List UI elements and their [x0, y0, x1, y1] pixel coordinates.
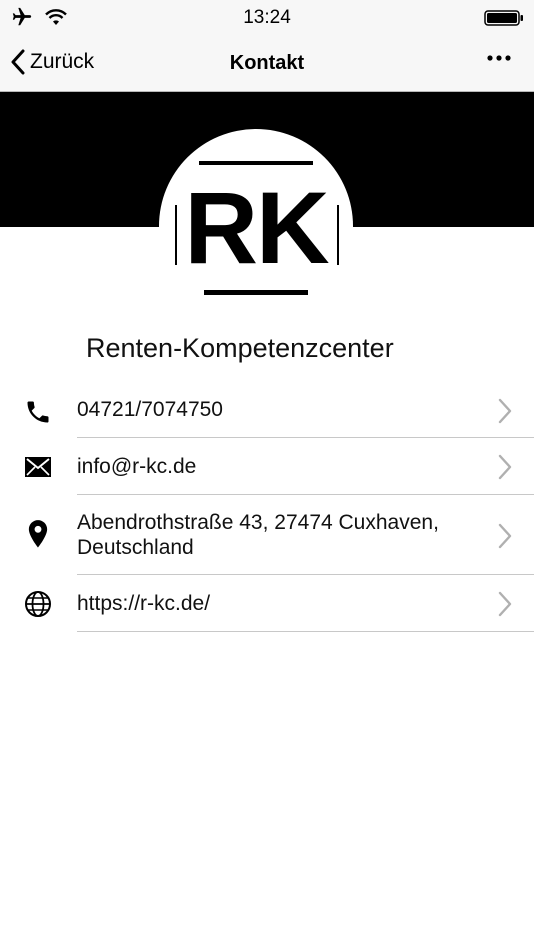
divider	[77, 631, 534, 632]
location-pin-icon	[28, 520, 48, 548]
more-icon[interactable]	[486, 54, 512, 62]
chevron-right-icon	[498, 523, 512, 549]
company-name: Renten-Kompetenzcenter	[86, 333, 394, 363]
chevron-right-icon	[498, 398, 512, 424]
contact-row-email[interactable]: info@r-kc.de	[0, 438, 534, 495]
navigation-bar: Zurück Kontakt	[0, 36, 534, 92]
email-address: info@r-kc.de	[77, 455, 197, 478]
logo-bar-bottom	[204, 290, 308, 295]
contact-row-address[interactable]: Abendrothstraße 43, 27474 Cuxhaven, Deut…	[0, 495, 534, 575]
chevron-right-icon	[498, 454, 512, 480]
company-logo: RK	[159, 129, 353, 323]
globe-icon	[25, 591, 51, 617]
address-line-2: Deutschland	[77, 536, 194, 559]
address-line-1: Abendrothstraße 43, 27474 Cuxhaven,	[77, 511, 439, 534]
mail-icon	[25, 457, 51, 477]
contact-row-website[interactable]: https://r-kc.de/	[0, 575, 534, 632]
chevron-right-icon	[498, 591, 512, 617]
logo-bar-top	[199, 161, 313, 165]
status-bar: 13:24	[0, 0, 534, 36]
battery-icon	[484, 10, 523, 26]
phone-icon	[27, 401, 49, 423]
address: Abendrothstraße 43, 27474 Cuxhaven, Deut…	[77, 510, 439, 560]
logo-text: RK	[184, 171, 329, 285]
contact-row-phone[interactable]: 04721/7074750	[0, 382, 534, 438]
contact-list: 04721/7074750 info@r-kc.de Abendrothstra…	[0, 382, 534, 632]
status-time: 13:24	[243, 7, 291, 28]
phone-number: 04721/7074750	[77, 398, 223, 421]
website-url: https://r-kc.de/	[77, 592, 211, 615]
page-title: Kontakt	[229, 52, 305, 74]
